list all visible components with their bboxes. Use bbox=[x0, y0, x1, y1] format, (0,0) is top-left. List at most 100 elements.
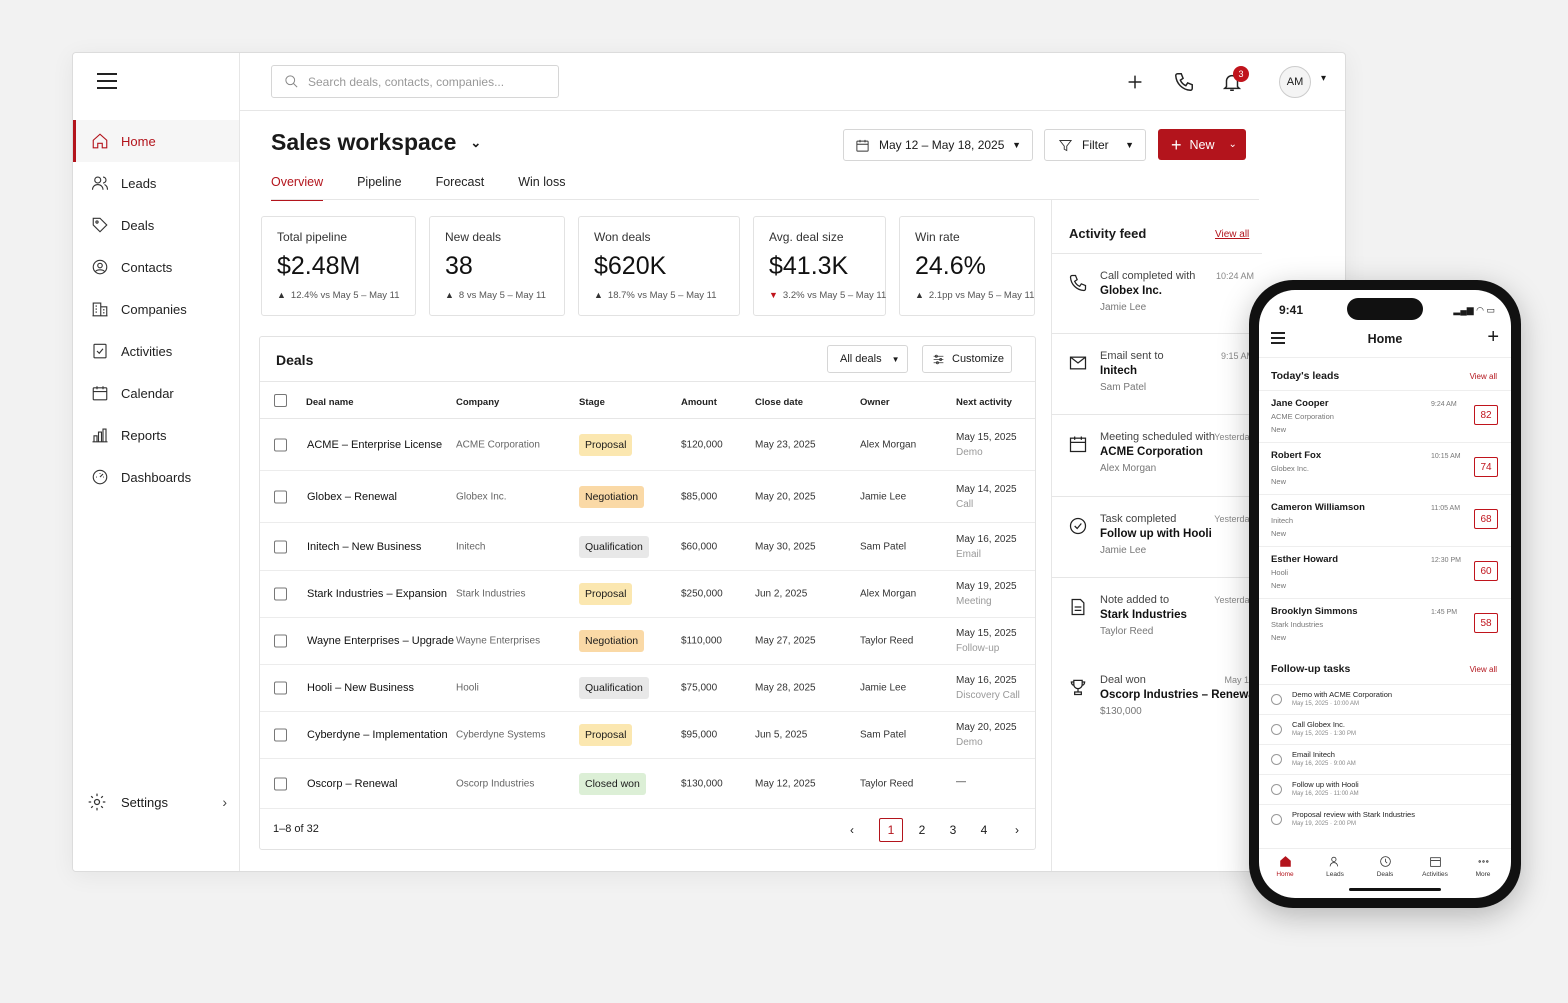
task-radio[interactable] bbox=[1271, 724, 1282, 735]
deal-name[interactable]: Stark Industries – Expansion bbox=[307, 588, 447, 600]
tab-leads[interactable]: Leads bbox=[1315, 855, 1355, 878]
plus-icon[interactable]: + bbox=[1487, 326, 1499, 349]
row-checkbox[interactable] bbox=[274, 681, 287, 695]
task-item[interactable]: Email Initech May 16, 2025 · 9:00 AM bbox=[1259, 744, 1511, 774]
lead-time: 10:15 AM bbox=[1431, 453, 1461, 460]
search-input[interactable]: Search deals, contacts, companies... bbox=[271, 65, 559, 98]
row-checkbox[interactable] bbox=[274, 540, 287, 553]
deal-name[interactable]: Hooli – New Business bbox=[307, 682, 414, 694]
table-row[interactable]: Oscorp – Renewal Oscorp Industries Closed … bbox=[260, 759, 1035, 809]
select-all-checkbox[interactable] bbox=[274, 394, 287, 407]
row-checkbox[interactable] bbox=[274, 438, 287, 451]
column-header[interactable]: Amount bbox=[681, 397, 717, 408]
kpi-card-win-rate[interactable]: Win rate 24.6% ▲ 2.1pp vs May 5 – May 11 bbox=[899, 216, 1035, 316]
task-radio[interactable] bbox=[1271, 694, 1282, 705]
sidebar-item-home[interactable]: Home bbox=[73, 120, 239, 162]
activity-item[interactable]: Deal won Oscorp Industries – Renewal $130,… bbox=[1052, 658, 1262, 738]
deal-name[interactable]: Oscorp – Renewal bbox=[307, 778, 398, 790]
lead-item[interactable]: Cameron Williamson Initech New 11:05 AM 68 bbox=[1259, 494, 1511, 546]
table-row[interactable]: Globex – Renewal Globex Inc. Negotiation $8… bbox=[260, 472, 1035, 523]
chevron-down-icon[interactable]: ▾ bbox=[1321, 73, 1326, 84]
column-header[interactable]: Close date bbox=[755, 397, 803, 408]
task-radio[interactable] bbox=[1271, 754, 1282, 765]
settings-button[interactable]: Settings › bbox=[87, 791, 227, 813]
table-row[interactable]: Initech – New Business Initech Qualificati… bbox=[260, 523, 1035, 571]
deal-name[interactable]: Initech – New Business bbox=[307, 541, 421, 553]
tab-win-loss[interactable]: Win loss bbox=[518, 175, 565, 201]
sidebar-item-reports[interactable]: Reports bbox=[73, 414, 239, 456]
sidebar-item-calendar[interactable]: Calendar bbox=[73, 372, 239, 414]
tab-home[interactable]: Home bbox=[1265, 855, 1305, 878]
row-checkbox[interactable] bbox=[274, 777, 287, 790]
menu-icon[interactable] bbox=[97, 73, 117, 89]
tab-deals[interactable]: Deals bbox=[1365, 855, 1405, 878]
row-checkbox[interactable] bbox=[274, 634, 287, 648]
task-item[interactable]: Call Globex Inc. May 15, 2025 · 1:30 PM bbox=[1259, 714, 1511, 744]
plus-icon[interactable] bbox=[1124, 71, 1146, 93]
customize-button[interactable]: Customize bbox=[922, 345, 1012, 373]
sidebar-item-leads[interactable]: Leads bbox=[73, 162, 239, 204]
activity-item[interactable]: Note added to Stark Industries Taylor Reed… bbox=[1052, 577, 1262, 657]
lead-item[interactable]: Esther Howard Hooli New 12:30 PM 60 bbox=[1259, 546, 1511, 598]
task-radio[interactable] bbox=[1271, 814, 1282, 825]
activity-item[interactable]: Meeting scheduled with ACME Corporation Al… bbox=[1052, 414, 1262, 494]
task-item[interactable]: Demo with ACME Corporation May 15, 2025 ·… bbox=[1259, 684, 1511, 714]
task-item[interactable]: Proposal review with Stark Industries May… bbox=[1259, 804, 1511, 834]
row-checkbox[interactable] bbox=[274, 587, 287, 601]
task-item[interactable]: Follow up with Hooli May 16, 2025 · 11:00… bbox=[1259, 774, 1511, 804]
new-button[interactable]: + New ⌄ bbox=[1158, 129, 1246, 160]
tab-overview[interactable]: Overview bbox=[271, 175, 324, 201]
task-radio[interactable] bbox=[1271, 784, 1282, 795]
column-header[interactable]: Owner bbox=[860, 397, 890, 408]
deal-name[interactable]: Wayne Enterprises – Upgrade bbox=[307, 635, 454, 647]
kpi-card-won-deals[interactable]: Won deals $620K ▲ 18.7% vs May 5 – May 11 bbox=[578, 216, 740, 316]
column-header[interactable]: Deal name bbox=[306, 397, 354, 408]
prev-page-icon[interactable]: ‹ bbox=[840, 818, 864, 842]
tab-more[interactable]: More bbox=[1463, 855, 1503, 878]
column-header[interactable]: Company bbox=[456, 397, 499, 408]
date-range-picker[interactable]: May 12 – May 18, 2025 ▼ bbox=[843, 129, 1033, 161]
tab-forecast[interactable]: Forecast bbox=[436, 175, 485, 201]
table-row[interactable]: Cyberdyne – Implementation Cyberdyne Syst… bbox=[260, 712, 1035, 759]
tab-activities[interactable]: Activities bbox=[1415, 855, 1455, 878]
sidebar-item-companies[interactable]: Companies bbox=[73, 288, 239, 330]
lead-item[interactable]: Brooklyn Simmons Stark Industries New 1:45 … bbox=[1259, 598, 1511, 650]
column-header[interactable]: Next activity bbox=[956, 397, 1012, 408]
page-4[interactable]: 4 bbox=[972, 818, 996, 842]
phone-icon[interactable] bbox=[1173, 71, 1195, 93]
lead-item[interactable]: Robert Fox Globex Inc. New 10:15 AM 74 bbox=[1259, 442, 1511, 494]
kpi-card-avg-deal-size[interactable]: Avg. deal size $41.3K ▼ 3.2% vs May 5 – M… bbox=[753, 216, 886, 316]
view-all-link[interactable]: View all bbox=[1470, 372, 1497, 381]
row-checkbox[interactable] bbox=[274, 728, 287, 742]
sidebar-item-contacts[interactable]: Contacts bbox=[73, 246, 239, 288]
filter-button[interactable]: Filter ▼ bbox=[1044, 129, 1146, 161]
deal-name[interactable]: Globex – Renewal bbox=[307, 491, 397, 503]
kpi-card-total-pipeline[interactable]: Total pipeline $2.48M ▲ 12.4% vs May 5 – … bbox=[261, 216, 416, 316]
activity-item[interactable]: Email sent to Initech Sam Patel 9:15 AM bbox=[1052, 333, 1262, 413]
page-1[interactable]: 1 bbox=[879, 818, 903, 842]
avatar[interactable]: AM bbox=[1279, 66, 1311, 98]
activity-item[interactable]: Call completed with Globex Inc. Jamie Lee 1… bbox=[1052, 253, 1262, 333]
sidebar-item-activities[interactable]: Activities bbox=[73, 330, 239, 372]
tab-pipeline[interactable]: Pipeline bbox=[357, 175, 401, 201]
deal-name[interactable]: Cyberdyne – Implementation bbox=[307, 729, 448, 741]
table-row[interactable]: ACME – Enterprise License ACME Corporatio… bbox=[260, 419, 1035, 471]
sidebar-item-dashboards[interactable]: Dashboards bbox=[73, 456, 239, 498]
lead-item[interactable]: Jane Cooper ACME Corporation New 9:24 AM 82 bbox=[1259, 390, 1511, 442]
activity-item[interactable]: Task completed Follow up with Hooli Jamie … bbox=[1052, 496, 1262, 576]
page-2[interactable]: 2 bbox=[910, 818, 934, 842]
page-title[interactable]: Sales workspace ⌄ bbox=[271, 129, 481, 156]
next-page-icon[interactable]: › bbox=[1005, 818, 1029, 842]
view-all-link[interactable]: View all bbox=[1470, 665, 1497, 674]
column-header[interactable]: Stage bbox=[579, 397, 605, 408]
table-row[interactable]: Wayne Enterprises – Upgrade Wayne Enterpr… bbox=[260, 618, 1035, 665]
deal-name[interactable]: ACME – Enterprise License bbox=[307, 439, 442, 451]
kpi-card-new-deals[interactable]: New deals 38 ▲ 8 vs May 5 – May 11 bbox=[429, 216, 565, 316]
table-row[interactable]: Stark Industries – Expansion Stark Indust… bbox=[260, 571, 1035, 618]
all-deals-dropdown[interactable]: All deals ▼ bbox=[827, 345, 908, 373]
page-3[interactable]: 3 bbox=[941, 818, 965, 842]
view-all-link[interactable]: View all bbox=[1215, 229, 1249, 240]
sidebar-item-deals[interactable]: Deals bbox=[73, 204, 239, 246]
table-row[interactable]: Hooli – New Business Hooli Qualification $7… bbox=[260, 665, 1035, 712]
row-checkbox[interactable] bbox=[274, 490, 287, 504]
